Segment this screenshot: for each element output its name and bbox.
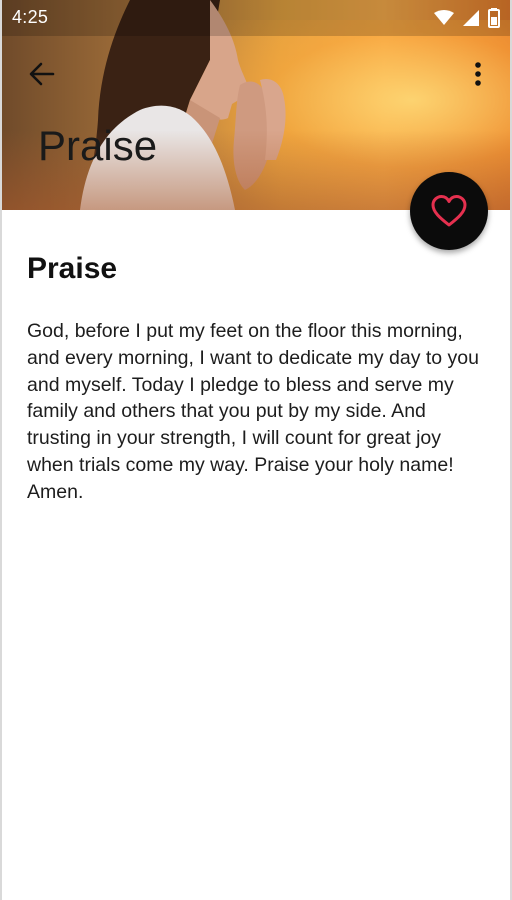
arrow-left-icon [29, 62, 55, 86]
back-button[interactable] [22, 54, 62, 94]
favorite-button[interactable] [410, 172, 488, 250]
wifi-icon [434, 10, 454, 25]
prayer-text: God, before I put my feet on the floor t… [27, 320, 479, 503]
more-options-button[interactable] [458, 54, 498, 94]
status-bar: 4:25 [0, 0, 512, 36]
heart-outline-icon [431, 195, 467, 227]
frame-border-left [0, 0, 2, 900]
status-time: 4:25 [12, 7, 49, 27]
status-icons [434, 8, 500, 28]
signal-icon [463, 10, 479, 26]
more-vertical-icon [475, 62, 481, 86]
prayer-title: Praise [27, 252, 118, 285]
page-title: Praise [38, 122, 158, 169]
battery-icon [488, 8, 500, 28]
